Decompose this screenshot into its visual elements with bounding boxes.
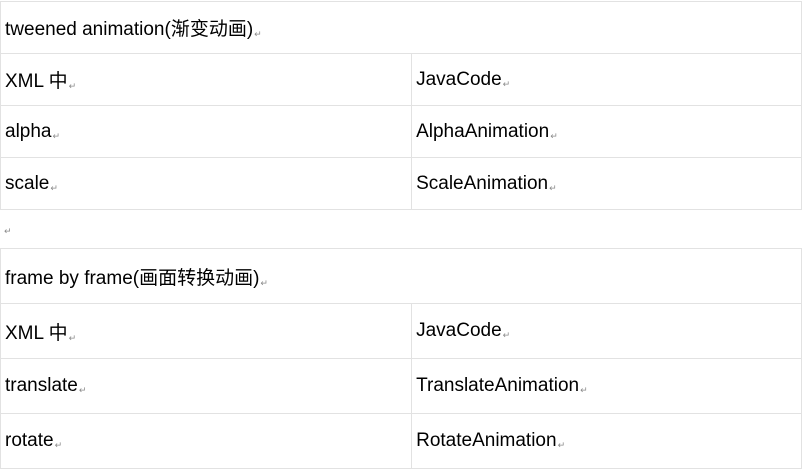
table-heading-cell[interactable]: tweened animation(渐变动画)↵: [0, 1, 802, 54]
frame-by-frame-table: frame by frame(画面转换动画)↵ XML 中↵ JavaCode↵…: [0, 248, 802, 469]
table-heading-text: frame by frame(画面转换动画): [5, 267, 260, 289]
cell-text: JavaCode: [416, 320, 502, 341]
paragraph-mark-icon: ↵: [549, 182, 557, 193]
cell-text: ScaleAnimation: [416, 172, 549, 194]
table-cell[interactable]: ScaleAnimation↵: [411, 157, 802, 210]
cell-text: XML 中: [5, 322, 68, 344]
table-cell[interactable]: RotateAnimation↵: [411, 413, 802, 469]
cell-text: JavaCode: [416, 68, 502, 90]
paragraph-mark-icon: ↵: [54, 440, 63, 450]
cell-text: alpha: [5, 120, 52, 142]
cell-text: translate: [5, 375, 78, 396]
table-cell[interactable]: translate↵: [0, 358, 413, 414]
table-row: scale↵ ScaleAnimation↵: [0, 157, 802, 210]
table-cell[interactable]: JavaCode↵: [411, 303, 802, 359]
paragraph-mark-icon: ↵: [580, 385, 588, 395]
cell-text: RotateAnimation: [416, 430, 557, 451]
table-row: XML 中↵ JavaCode↵: [0, 53, 802, 106]
paragraph-mark-icon: ↵: [78, 385, 87, 395]
paragraph-mark-icon: ↵: [557, 440, 566, 450]
cell-text: XML 中: [5, 71, 68, 92]
table-heading-cell[interactable]: frame by frame(画面转换动画)↵: [0, 248, 802, 304]
table-row: rotate↵ RotateAnimation↵: [0, 413, 802, 469]
paragraph-mark-icon: ↵: [68, 332, 77, 343]
cell-text: scale: [5, 172, 50, 194]
tweened-animation-table: tweened animation(渐变动画)↵ XML 中↵ JavaCode…: [0, 1, 802, 210]
cell-text: AlphaAnimation: [416, 120, 550, 142]
table-cell[interactable]: rotate↵: [0, 413, 413, 469]
paragraph-mark-icon: ↵: [68, 81, 77, 91]
table-cell[interactable]: JavaCode↵: [411, 53, 802, 106]
paragraph-mark-icon: ↵: [50, 182, 58, 193]
table-cell[interactable]: scale↵: [0, 157, 413, 210]
table-row: alpha↵ AlphaAnimation↵: [0, 105, 802, 158]
cell-text: rotate: [5, 430, 54, 451]
paragraph-mark-icon: ↵: [254, 29, 262, 39]
table-heading-row: frame by frame(画面转换动画)↵: [0, 248, 802, 304]
empty-paragraph-mark-icon: ↵: [4, 226, 12, 236]
cell-text: TranslateAnimation: [416, 375, 580, 396]
table-row: translate↵ TranslateAnimation↵: [0, 358, 802, 414]
table-heading-row: tweened animation(渐变动画)↵: [0, 1, 802, 54]
table-row: XML 中↵ JavaCode↵: [0, 303, 802, 359]
paragraph-mark-icon: ↵: [260, 277, 268, 288]
table-cell[interactable]: AlphaAnimation↵: [411, 105, 802, 158]
table-cell[interactable]: TranslateAnimation↵: [411, 358, 802, 414]
table-cell[interactable]: alpha↵: [0, 105, 413, 158]
table-cell[interactable]: XML 中↵: [0, 303, 413, 359]
table-heading-text: tweened animation(渐变动画): [5, 19, 254, 40]
paragraph-mark-icon: ↵: [502, 78, 511, 89]
paragraph-mark-icon: ↵: [52, 130, 61, 141]
table-cell[interactable]: XML 中↵: [0, 53, 413, 106]
paragraph-mark-icon: ↵: [502, 330, 511, 340]
paragraph-mark-icon: ↵: [550, 130, 558, 141]
